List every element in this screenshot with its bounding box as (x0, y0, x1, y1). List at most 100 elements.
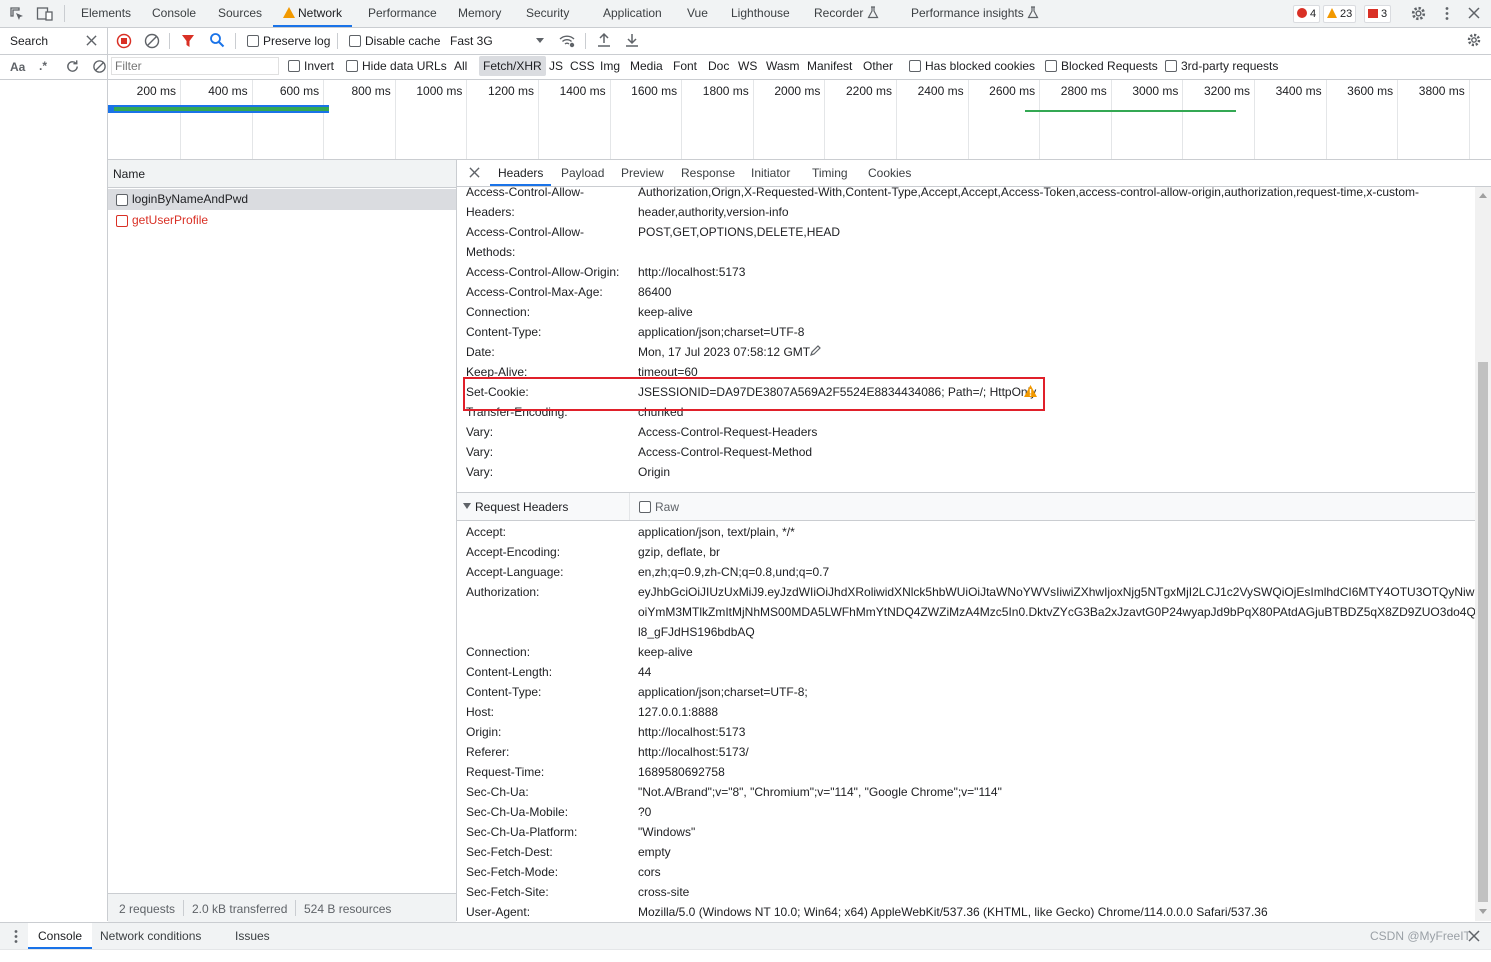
tab-initiator[interactable]: Initiator (751, 160, 790, 186)
header-value[interactable]: Authorization,Orign,X-Requested-With,Con… (638, 187, 1419, 199)
type-filter-other[interactable]: Other (863, 59, 893, 73)
stop-recording-icon[interactable] (116, 33, 132, 52)
request-headers-section-header[interactable]: Request Headers Raw (457, 492, 1475, 521)
filter-input[interactable] (111, 57, 279, 75)
tab-console[interactable]: Console (152, 0, 196, 27)
filter-funnel-icon[interactable] (181, 33, 195, 52)
type-filter-all[interactable]: All (454, 59, 467, 73)
header-value[interactable]: Origin (638, 465, 670, 479)
tab-vue[interactable]: Vue (687, 0, 708, 27)
has-blocked-cookies-checkbox[interactable]: Has blocked cookies (909, 59, 1035, 73)
preserve-log-checkbox[interactable]: Preserve log (247, 34, 330, 48)
scroll-down-arrow-icon[interactable] (1479, 909, 1487, 914)
header-value[interactable]: keep-alive (638, 645, 693, 659)
drawer-tab-network-conditions[interactable]: Network conditions (100, 923, 201, 949)
third-party-requests-checkbox[interactable]: 3rd-party requests (1165, 59, 1278, 73)
header-value[interactable]: ?0 (638, 805, 651, 819)
close-details-icon[interactable] (469, 167, 480, 181)
header-value[interactable]: http://localhost:5173 (638, 265, 745, 279)
header-value[interactable]: Mozilla/5.0 (Windows NT 10.0; Win64; x64… (638, 905, 1268, 919)
cookie-warning-icon[interactable] (1023, 384, 1038, 401)
type-filter-ws[interactable]: WS (738, 59, 757, 73)
type-filter-font[interactable]: Font (673, 59, 697, 73)
header-value[interactable]: oiYmM3MTlkZmItMjNhMS00MDA5LWFhMmYtNDQ4ZW… (638, 605, 1475, 619)
header-value[interactable]: http://localhost:5173 (638, 725, 745, 739)
request-list-header[interactable]: Name (108, 160, 456, 188)
close-drawer-icon[interactable] (1468, 930, 1480, 945)
header-value[interactable]: cors (638, 865, 661, 879)
throttling-select[interactable]: Fast 3G (450, 34, 544, 48)
tab-lighthouse[interactable]: Lighthouse (731, 0, 790, 27)
network-conditions-wifi-icon[interactable] (558, 33, 576, 52)
type-filter-manifest[interactable]: Manifest (807, 59, 852, 73)
header-value[interactable]: "Windows" (638, 825, 695, 839)
edit-pencil-icon[interactable] (809, 345, 821, 360)
tab-security[interactable]: Security (526, 0, 569, 27)
drawer-menu-icon[interactable] (13, 929, 19, 947)
match-case-toggle[interactable]: Aa (10, 60, 25, 74)
type-filter-wasm[interactable]: Wasm (766, 59, 800, 73)
tab-performance-insights[interactable]: Performance insights (911, 0, 1039, 27)
header-value[interactable]: keep-alive (638, 305, 693, 319)
header-value[interactable]: gzip, deflate, br (638, 545, 720, 559)
regex-toggle[interactable]: .* (39, 59, 47, 73)
blocked-requests-checkbox[interactable]: Blocked Requests (1045, 59, 1158, 73)
refresh-icon[interactable] (65, 59, 80, 77)
tab-memory[interactable]: Memory (458, 0, 501, 27)
error-count-badge[interactable]: 4 (1293, 5, 1321, 23)
header-value[interactable]: Mon, 17 Jul 2023 07:58:12 GMT (638, 345, 810, 359)
type-filter-media[interactable]: Media (630, 59, 663, 73)
import-har-icon[interactable] (597, 32, 611, 51)
header-value[interactable]: Access-Control-Request-Headers (638, 425, 817, 439)
request-row[interactable]: getUserProfile (108, 210, 456, 231)
header-value[interactable]: header,authority,version-info (638, 205, 789, 219)
type-filter-img[interactable]: Img (600, 59, 620, 73)
header-value[interactable]: http://localhost:5173/ (638, 745, 749, 759)
header-value[interactable]: application/json;charset=UTF-8 (638, 325, 804, 339)
column-header-name[interactable]: Name (113, 167, 145, 181)
type-filter-fetch-xhr[interactable]: Fetch/XHR (479, 56, 546, 76)
header-value[interactable]: 44 (638, 665, 651, 679)
close-search-icon[interactable] (86, 35, 97, 49)
tab-recorder[interactable]: Recorder (814, 0, 879, 27)
tab-network[interactable]: Network (273, 0, 353, 27)
tab-sources[interactable]: Sources (218, 0, 262, 27)
header-value[interactable]: 127.0.0.1:8888 (638, 705, 718, 719)
scroll-up-arrow-icon[interactable] (1479, 193, 1487, 198)
header-value[interactable]: l8_gFJdHS196bdbAQ (638, 625, 755, 639)
network-overview-timeline[interactable]: 200 ms 400 ms 600 ms 800 ms 1000 ms 1200 ms 14… (108, 80, 1491, 160)
tab-headers[interactable]: Headers (490, 160, 552, 186)
type-filter-css[interactable]: CSS (570, 59, 595, 73)
header-value[interactable]: application/json;charset=UTF-8; (638, 685, 808, 699)
search-icon[interactable] (209, 32, 225, 51)
disable-cache-checkbox[interactable]: Disable cache (349, 34, 440, 48)
tab-application[interactable]: Application (603, 0, 662, 27)
type-filter-js[interactable]: JS (549, 59, 563, 73)
header-value[interactable]: Access-Control-Request-Method (638, 445, 812, 459)
header-value[interactable]: cross-site (638, 885, 689, 899)
header-value[interactable]: POST,GET,OPTIONS,DELETE,HEAD (638, 225, 840, 239)
type-filter-doc[interactable]: Doc (708, 59, 729, 73)
header-value[interactable]: eyJhbGciOiJIUzUxMiJ9.eyJzdWIiOiJhdXRoliw… (638, 585, 1475, 599)
close-devtools-icon[interactable] (1468, 7, 1480, 22)
warning-count-badge[interactable]: 23 (1323, 5, 1357, 23)
scrollbar-thumb[interactable] (1478, 362, 1488, 902)
header-value[interactable]: 1689580692758 (638, 765, 725, 779)
header-value[interactable]: empty (638, 845, 671, 859)
clear-search-icon[interactable] (92, 59, 107, 77)
header-value[interactable]: "Not.A/Brand";v="8", "Chromium";v="114",… (638, 785, 1002, 799)
request-row[interactable]: loginByNameAndPwd (108, 189, 456, 210)
tab-cookies[interactable]: Cookies (868, 160, 911, 186)
hide-data-urls-checkbox[interactable]: Hide data URLs (346, 59, 447, 73)
tab-payload[interactable]: Payload (561, 160, 604, 186)
inspect-element-icon[interactable] (9, 6, 25, 25)
header-value[interactable]: 86400 (638, 285, 671, 299)
header-value[interactable]: application/json, text/plain, */* (638, 525, 795, 539)
settings-gear-icon[interactable] (1410, 5, 1427, 25)
vertical-scrollbar[interactable] (1475, 187, 1491, 921)
drawer-tab-console[interactable]: Console (28, 923, 93, 949)
more-options-icon[interactable] (1444, 6, 1450, 24)
header-value[interactable]: en,zh;q=0.9,zh-CN;q=0.8,und;q=0.7 (638, 565, 829, 579)
export-har-icon[interactable] (625, 32, 639, 51)
issues-count-badge[interactable]: 3 (1364, 5, 1392, 23)
